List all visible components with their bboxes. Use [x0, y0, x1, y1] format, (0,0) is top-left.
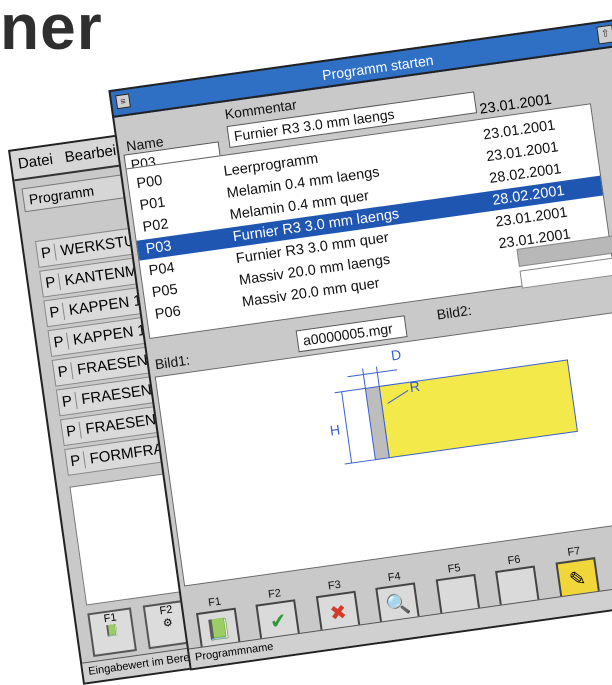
dimension-line: [334, 387, 366, 394]
row-label: KAPPEN 1: [71, 321, 147, 349]
label-d: D: [390, 346, 402, 363]
program-table: 23.01.2001 P00 Leerprogramm 23.01.2001 P…: [125, 92, 612, 339]
bild2-label: Bild2:: [435, 301, 473, 323]
menu-datei[interactable]: Datei: [17, 151, 54, 173]
scroll-up-button[interactable]: ⇧: [596, 24, 612, 45]
dimension-line: [347, 369, 398, 378]
bild1-label: Bild1:: [153, 351, 191, 373]
cell-name: P01: [138, 194, 167, 214]
dimension-line: [344, 459, 376, 465]
header-date: 23.01.2001: [478, 91, 553, 118]
dimension-line: [341, 391, 353, 464]
system-menu-button[interactable]: ≡: [115, 93, 131, 110]
headline-text: ner: [0, 0, 103, 63]
dimension-line: [375, 366, 380, 387]
menu-bearbeiten[interactable]: Bearbei: [64, 142, 118, 166]
workpiece-shape: [378, 359, 578, 459]
label-h: H: [329, 421, 341, 438]
row-prefix: P: [57, 391, 78, 412]
profile-svg: D R H: [329, 346, 578, 465]
row-prefix: P: [65, 451, 87, 471]
cell-name: P04: [147, 259, 176, 280]
row-prefix: P: [44, 302, 66, 323]
label-r: R: [409, 378, 421, 395]
cell-name: P03: [144, 238, 173, 258]
cell-name: P00: [135, 172, 164, 193]
cell-name: P05: [150, 281, 179, 302]
dialog-title: Programm starten: [321, 51, 435, 84]
row-label: KAPPEN 1: [67, 291, 143, 319]
program-start-dialog: ≡ Programm starten ⇧ Name Kommentar P03 …: [108, 15, 612, 671]
row-prefix: P: [36, 243, 57, 263]
row-prefix: P: [61, 421, 82, 442]
cell-name: P02: [141, 216, 170, 236]
edge-profile-drawing: D R H: [154, 302, 612, 587]
row-prefix: P: [49, 332, 70, 352]
dimension-line: [362, 368, 366, 389]
f1-button[interactable]: F1 📗: [87, 607, 137, 658]
row-prefix: P: [53, 362, 74, 382]
row-prefix: P: [40, 273, 61, 293]
cell-name: P06: [153, 303, 182, 323]
